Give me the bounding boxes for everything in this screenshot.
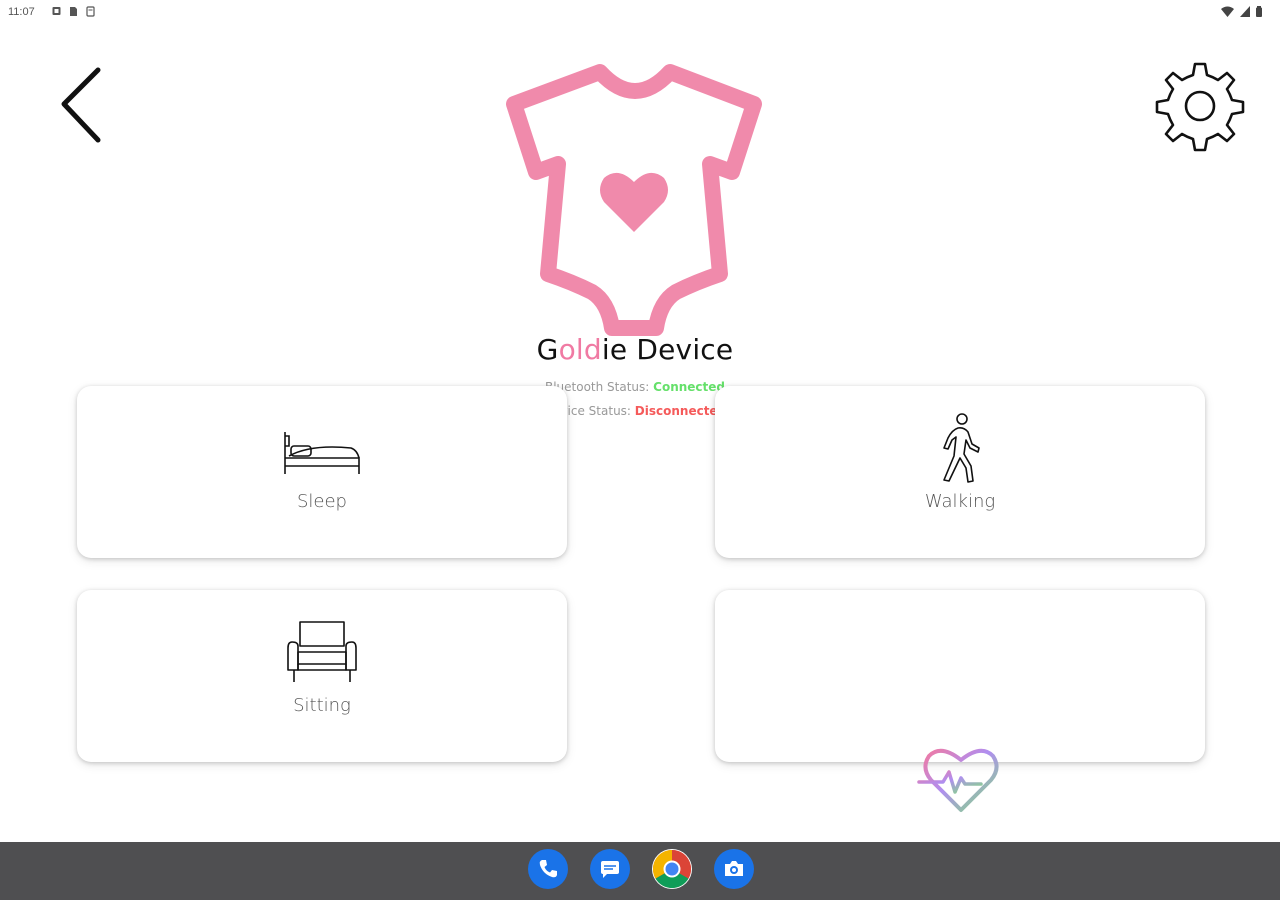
device-title-part: G [536,333,559,366]
walking-person-icon [943,413,980,483]
walking-card[interactable]: Walking [715,386,1205,558]
chevron-left-icon [61,67,101,143]
device-title-part: Device [627,333,734,366]
sitting-label: Sitting [293,695,351,716]
device-status-value: Disconnected [634,404,727,418]
notification-icon [52,7,61,15]
camera-icon [725,861,743,876]
walking-label: Walking [924,491,996,512]
app-dock [528,849,754,889]
battery-icon [1256,6,1262,17]
status-right-icons [1221,6,1262,17]
phone-app-button[interactable] [528,849,568,889]
chrome-icon [652,849,692,889]
wifi-icon [1221,6,1234,17]
baby-onesie-logo [500,62,770,344]
bluetooth-status-value: Connected [653,380,726,394]
device-title: Goldie Device [0,333,1270,366]
sim-card-icon [70,7,77,16]
armchair-icon [287,621,357,682]
status-left-icons [52,6,95,17]
heart-rate-card[interactable] [715,590,1205,762]
phone-icon [539,860,557,878]
signal-icon [1240,6,1250,17]
status-time: 11:07 [8,6,35,18]
gear-icon [1155,62,1245,152]
chrome-app-button[interactable] [652,849,692,889]
device-title-part: old [558,333,602,366]
onesie-heart-icon [506,64,762,336]
sitting-card[interactable]: Sitting [77,590,567,762]
messages-icon [601,861,619,878]
messages-app-button[interactable] [590,849,630,889]
status-bar: 11:07 [0,0,1280,26]
bed-icon [284,432,360,474]
settings-button[interactable] [1152,58,1248,154]
storage-icon [86,6,95,17]
sleep-label: Sleep [296,491,347,512]
back-button[interactable] [56,64,108,146]
heart-rate-icon [917,748,999,812]
sleep-card[interactable]: Sleep [77,386,567,558]
device-title-part: ie [601,333,628,366]
camera-app-button[interactable] [714,849,754,889]
